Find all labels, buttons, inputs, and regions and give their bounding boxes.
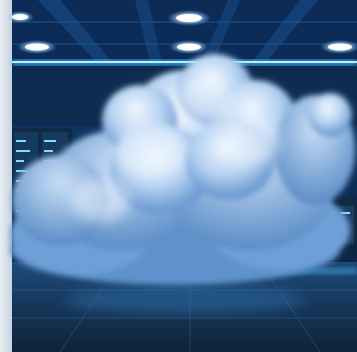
left-wall-edge [0,0,12,352]
scene-svg [0,0,357,352]
cloud-server-room-image [0,0,357,352]
led-strip [12,60,357,65]
